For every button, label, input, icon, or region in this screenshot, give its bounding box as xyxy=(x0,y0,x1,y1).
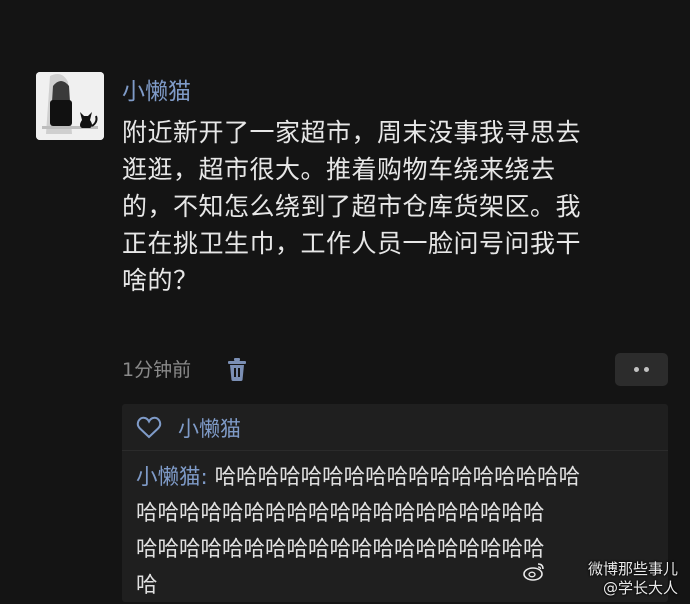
more-dots-icon xyxy=(634,367,639,372)
post-content: 附近新开了一家超市，周末没事我寻思去 逛逛，超市很大。推着购物车绕来绕去 的，不… xyxy=(122,114,662,299)
comment-separator: : xyxy=(200,465,215,490)
likes-row: 小懒猫 xyxy=(136,412,241,444)
avatar[interactable] xyxy=(36,72,104,140)
comment-text: 哈哈哈哈哈哈哈哈哈哈哈哈哈哈哈哈哈 xyxy=(214,465,581,490)
post-timestamp: 1分钟前 xyxy=(122,359,192,381)
comment-line: 小懒猫: 哈哈哈哈哈哈哈哈哈哈哈哈哈哈哈哈哈 xyxy=(136,460,662,496)
post-content-line: 逛逛，超市很大。推着购物车绕来绕去 xyxy=(122,155,556,184)
more-button[interactable] xyxy=(615,353,668,386)
post-author-name[interactable]: 小懒猫 xyxy=(122,77,191,107)
watermark: 微博那些事儿 @学长大人 xyxy=(500,560,678,598)
post-content-line: 附近新开了一家超市，周末没事我寻思去 xyxy=(122,118,582,147)
divider xyxy=(122,450,668,451)
watermark-line: 微博那些事儿 xyxy=(587,560,678,578)
trash-icon[interactable] xyxy=(226,358,248,382)
avatar-image xyxy=(36,72,104,140)
commenter-name[interactable]: 小懒猫 xyxy=(136,465,201,490)
heart-icon xyxy=(136,416,162,439)
post-content-line: 正在挑卫生巾，工作人员一脸问号问我干 xyxy=(122,229,582,258)
watermark-line: @学长大人 xyxy=(602,579,678,597)
comment-line: 哈哈哈哈哈哈哈哈哈哈哈哈哈哈哈哈哈哈哈 xyxy=(136,501,545,526)
more-dots-icon xyxy=(644,367,649,372)
post-content-line: 啥的？ xyxy=(122,266,199,295)
post-content-line: 的，不知怎么绕到了超市仓库货架区。我 xyxy=(122,192,582,221)
liker-name[interactable]: 小懒猫 xyxy=(178,413,241,443)
